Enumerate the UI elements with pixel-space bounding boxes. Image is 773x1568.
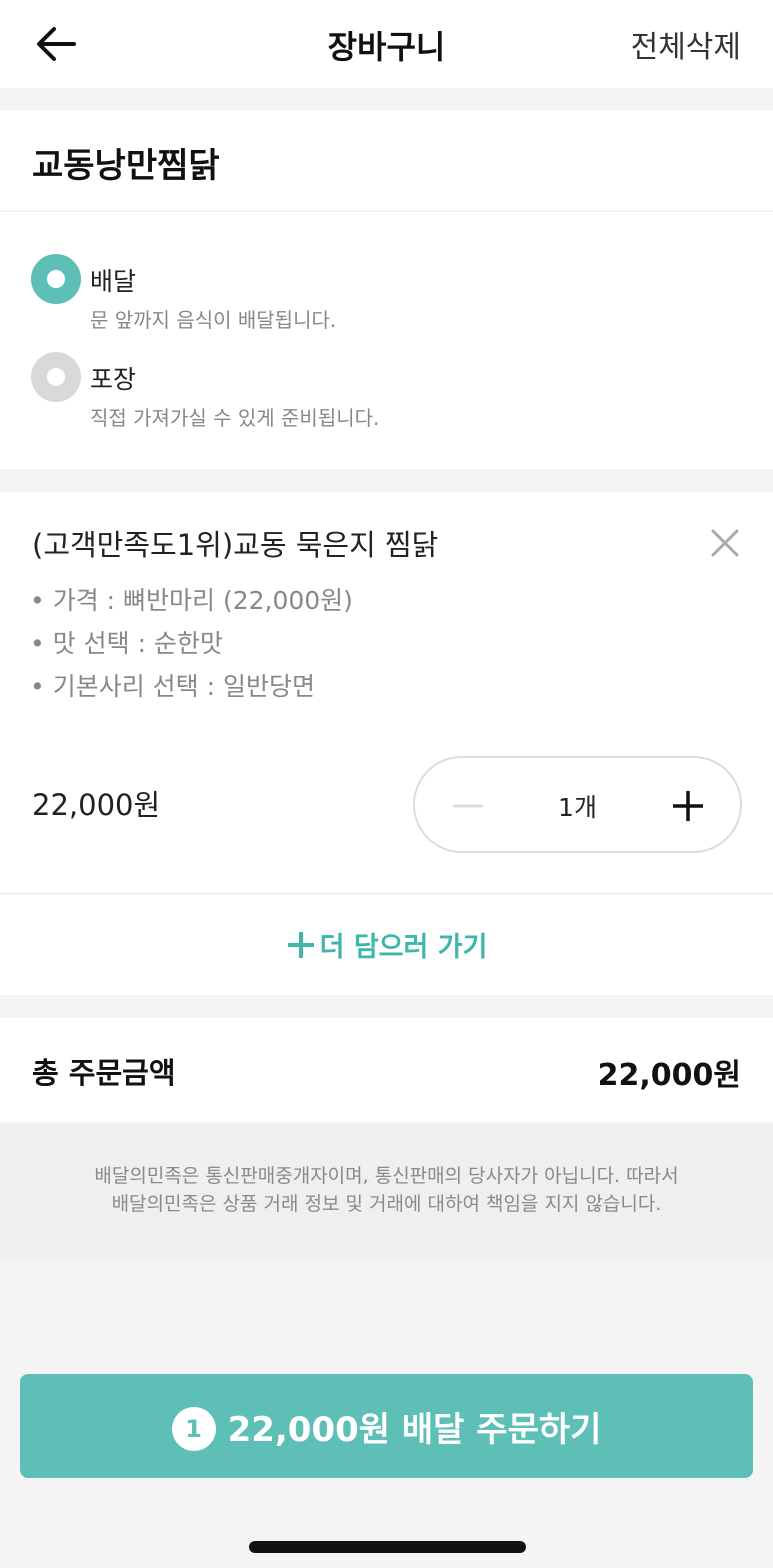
radio-selected-icon[interactable] bbox=[31, 254, 81, 304]
total-label: 총 주문금액 bbox=[32, 1056, 176, 1090]
add-more-button[interactable]: 더 담으러 가기 bbox=[0, 925, 773, 964]
item-count-badge: 1 bbox=[171, 1407, 216, 1451]
delete-all-button[interactable]: 전체삭제 bbox=[631, 22, 741, 66]
option-label: 배달 bbox=[90, 267, 137, 296]
cart-item: (고객만족도1위)교동 묵은지 찜닭 • 가격 : 뼈반마리 (22,000원)… bbox=[0, 492, 773, 892]
legal-notice: 배달의민족은 통신판매중개자이며, 통신판매의 당사자가 아닙니다. 따라서 배… bbox=[0, 1124, 773, 1260]
notice-line: 배달의민족은 통신판매중개자이며, 통신판매의 당사자가 아닙니다. 따라서 bbox=[94, 1165, 679, 1187]
order-type-delivery[interactable]: 배달 문 앞까지 음식이 배달됩니다. bbox=[0, 254, 773, 334]
total-value: 22,000원 bbox=[597, 1058, 741, 1093]
radio-unselected-icon[interactable] bbox=[31, 352, 81, 402]
menu-option: • 맛 선택 : 순한맛 bbox=[30, 629, 223, 658]
menu-option: • 가격 : 뼈반마리 (22,000원) bbox=[30, 586, 353, 615]
order-type-pickup[interactable]: 포장 직접 가져가실 수 있게 준비됩니다. bbox=[0, 352, 773, 432]
order-button-content: 1 22,000원 배달 주문하기 bbox=[20, 1402, 753, 1451]
menu-option: • 기본사리 선택 : 일반당면 bbox=[30, 672, 315, 701]
plus-icon bbox=[287, 932, 314, 958]
close-icon[interactable] bbox=[710, 528, 740, 558]
notice-text: 배달의민족은 통신판매중개자이며, 통신판매의 당사자가 아닙니다. 따라서 배… bbox=[40, 1162, 733, 1218]
total-section: 총 주문금액 22,000원 bbox=[0, 1018, 773, 1122]
plus-icon[interactable] bbox=[670, 788, 706, 824]
notice-line: 배달의민족은 상품 거래 정보 및 거래에 대하여 책임을 지지 않습니다. bbox=[111, 1193, 662, 1215]
home-indicator bbox=[249, 1541, 526, 1553]
quantity-stepper: 1개 bbox=[413, 756, 742, 853]
add-more-section: 더 담으러 가기 bbox=[0, 895, 773, 995]
order-button[interactable]: 1 22,000원 배달 주문하기 bbox=[20, 1374, 753, 1478]
order-type-section: 배달 문 앞까지 음식이 배달됩니다. 포장 직접 가져가실 수 있게 준비됩니… bbox=[0, 212, 773, 469]
store-section: 교동낭만찜닭 bbox=[0, 110, 773, 210]
add-more-label: 더 담으러 가기 bbox=[319, 932, 488, 963]
option-label: 포장 bbox=[90, 365, 137, 394]
order-button-label: 22,000원 배달 주문하기 bbox=[227, 1410, 602, 1450]
menu-name: (고객만족도1위)교동 묵은지 찜닭 bbox=[32, 528, 439, 562]
menu-price: 22,000원 bbox=[32, 788, 161, 822]
menu-options: • 가격 : 뼈반마리 (22,000원) • 맛 선택 : 순한맛 • 기본사… bbox=[30, 584, 353, 713]
option-description: 직접 가져가실 수 있게 준비됩니다. bbox=[90, 406, 380, 430]
store-name: 교동낭만찜닭 bbox=[32, 146, 220, 186]
option-description: 문 앞까지 음식이 배달됩니다. bbox=[90, 308, 337, 332]
header: 장바구니 전체삭제 bbox=[0, 0, 773, 88]
